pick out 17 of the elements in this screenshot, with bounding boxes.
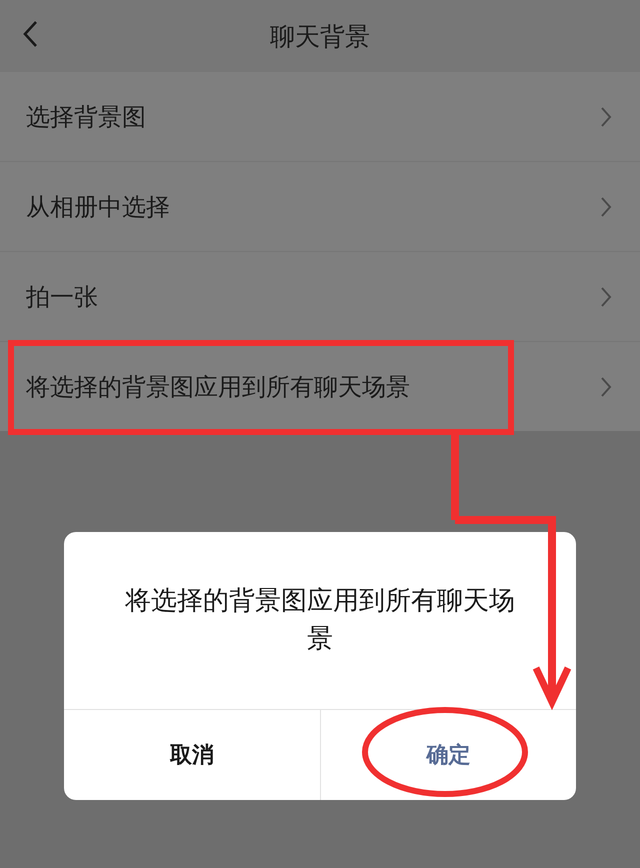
chevron-icon: [600, 196, 612, 218]
settings-item[interactable]: 选择背景图: [0, 72, 640, 162]
back-icon[interactable]: [22, 20, 38, 48]
item-label: 从相册中选择: [26, 192, 170, 222]
item-label: 选择背景图: [26, 102, 146, 132]
settings-item[interactable]: 拍一张: [0, 252, 640, 342]
confirm-button[interactable]: 确定: [320, 710, 576, 800]
settings-item[interactable]: 从相册中选择: [0, 162, 640, 252]
dialog-message: 将选择的背景图应用到所有聊天场景: [124, 585, 516, 656]
chevron-icon: [600, 286, 612, 308]
chevron-icon: [600, 376, 612, 398]
page-title: 聊天背景: [270, 20, 370, 52]
cancel-button[interactable]: 取消: [64, 710, 320, 800]
item-label: 拍一张: [26, 282, 98, 312]
chevron-icon: [600, 106, 612, 128]
item-label: 将选择的背景图应用到所有聊天场景: [26, 372, 410, 402]
settings-item[interactable]: 将选择的背景图应用到所有聊天场景: [0, 342, 640, 431]
